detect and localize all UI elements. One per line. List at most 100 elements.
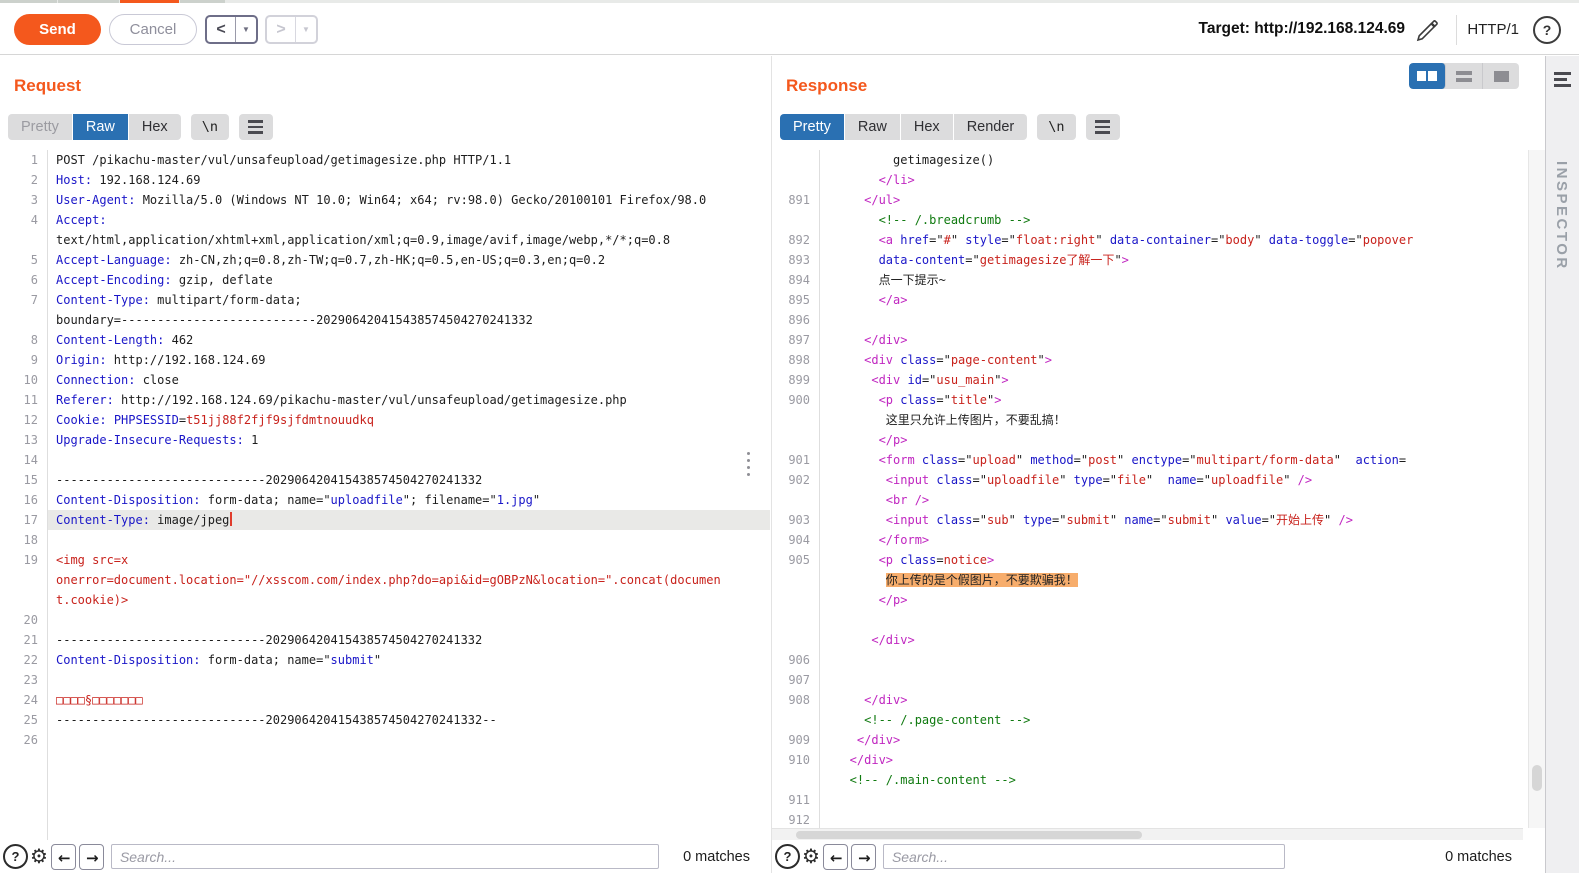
code-line: 901 <form class="upload" method="post" e… [772, 450, 1523, 470]
code-line: 904 </form> [772, 530, 1523, 550]
inspector-sidebar[interactable]: INSPECTOR [1545, 56, 1579, 873]
code-line: 2 Host: 192.168.124.69 [0, 170, 770, 190]
tab-render[interactable]: Render [953, 114, 1028, 140]
code-line: 你上传的是个假图片，不要欺骗我！ [772, 570, 1523, 590]
code-line: 911 [772, 790, 1523, 810]
rows-layout-button[interactable] [1446, 63, 1483, 89]
code-line: 19 <img src=x [0, 550, 770, 570]
code-line: 894 点一下提示~ [772, 270, 1523, 290]
help-icon[interactable]: ? [1533, 16, 1561, 44]
line-number: 894 [788, 273, 810, 287]
response-vertical-scrollbar[interactable] [1528, 150, 1545, 828]
response-editor[interactable]: getimagesize() </li> 891 </ul> <!-- /.bre… [772, 150, 1523, 828]
line-number: 3 [30, 193, 38, 207]
panel-splitter-handle[interactable] [747, 452, 750, 480]
code-line: 10 Connection: close [0, 370, 770, 390]
search-next-button[interactable]: → [78, 843, 104, 870]
editor-menu-icon[interactable] [238, 114, 273, 140]
code-line: 898 <div class="page-content"> [772, 350, 1523, 370]
line-number: 12 [23, 413, 38, 427]
newline-toggle-button[interactable]: \n [190, 114, 229, 140]
burp-repeater-window: Send Cancel < ▼ > ▼ Target: http://192.1… [0, 0, 1579, 873]
line-number: 898 [788, 353, 810, 367]
response-horizontal-scrollbar[interactable] [772, 828, 1523, 840]
request-search-input[interactable] [110, 844, 659, 869]
code-line: 906 [772, 650, 1523, 670]
columns-layout-button[interactable] [1409, 63, 1446, 89]
editor-menu-icon[interactable] [1085, 114, 1120, 140]
scrollbar-thumb[interactable] [1532, 765, 1542, 791]
line-number [772, 770, 819, 790]
tab-pretty[interactable]: Pretty [8, 114, 72, 140]
request-panel-title: Request [14, 76, 82, 95]
code-line: 17 Content-Type: image/jpeg [0, 510, 770, 530]
line-number: 891 [788, 193, 810, 207]
search-help-icon[interactable]: ? [3, 844, 28, 869]
code-line: 11 Referer: http://192.168.124.69/pikachu… [0, 390, 770, 410]
send-button[interactable]: Send [14, 14, 101, 45]
line-number: 909 [788, 733, 810, 747]
request-editor[interactable]: 1 POST /pikachu-master/vul/unsafeupload/g… [0, 150, 770, 840]
code-line: 9 Origin: http://192.168.124.69 [0, 350, 770, 370]
line-number: 896 [788, 313, 810, 327]
back-dropdown-button[interactable]: ▼ [235, 17, 256, 42]
tab-pretty[interactable]: Pretty [780, 114, 844, 140]
line-number: 11 [23, 393, 38, 407]
code-line: <!-- /.breadcrumb --> [772, 210, 1523, 230]
edit-target-pencil-icon[interactable] [1413, 16, 1441, 44]
code-line: 24 □□□□§□□□□□□□ [0, 690, 770, 710]
code-line: 893 data-content="getimagesize了解一下"> [772, 250, 1523, 270]
forward-button[interactable]: > [267, 17, 295, 42]
line-number: 25 [23, 713, 38, 727]
layout-toggle-group [1409, 63, 1519, 89]
search-next-button[interactable]: → [850, 843, 876, 870]
line-number: 20 [23, 613, 38, 627]
single-layout-button[interactable] [1483, 63, 1519, 89]
code-line: 23 [0, 670, 770, 690]
search-settings-gear-icon[interactable]: ⚙ [802, 847, 820, 867]
line-number: 895 [788, 293, 810, 307]
line-number [772, 630, 819, 650]
code-line: 909 </div> [772, 730, 1523, 750]
code-line: boundary=---------------------------2029… [0, 310, 770, 330]
search-prev-button[interactable]: ← [822, 843, 848, 870]
line-number [772, 210, 819, 230]
request-match-count: 0 matches [683, 849, 750, 865]
line-number [0, 590, 47, 610]
line-number [772, 590, 819, 610]
code-line: 15 -----------------------------202906420… [0, 470, 770, 490]
code-line: </p> [772, 590, 1523, 610]
search-prev-button[interactable]: ← [50, 843, 76, 870]
code-line: <br /> [772, 490, 1523, 510]
line-number: 22 [23, 653, 38, 667]
line-number: 899 [788, 373, 810, 387]
tab-hex[interactable]: Hex [128, 114, 181, 140]
tab-raw[interactable]: Raw [72, 114, 128, 140]
scrollbar-thumb[interactable] [796, 831, 1142, 839]
tab-raw[interactable]: Raw [844, 114, 900, 140]
code-line: 20 [0, 610, 770, 630]
line-number: 908 [788, 693, 810, 707]
line-number [772, 570, 819, 590]
line-number [0, 570, 47, 590]
newline-toggle-button[interactable]: \n [1037, 114, 1076, 140]
http-version-selector[interactable]: HTTP/1 [1467, 21, 1519, 38]
code-line: 1 POST /pikachu-master/vul/unsafeupload/g… [0, 150, 770, 170]
line-number: 14 [23, 453, 38, 467]
code-line: 900 <p class="title"> [772, 390, 1523, 410]
code-line: 896 [772, 310, 1523, 330]
line-number: 892 [788, 233, 810, 247]
response-search-bar: ? ⚙ ← → 0 matches [772, 840, 1545, 873]
response-search-input[interactable] [882, 844, 1285, 869]
cancel-button[interactable]: Cancel [109, 14, 197, 45]
line-number [0, 310, 47, 330]
inspector-collapse-icon[interactable] [1554, 72, 1571, 90]
search-settings-gear-icon[interactable]: ⚙ [30, 847, 48, 867]
code-line: 5 Accept-Language: zh-CN,zh;q=0.8,zh-TW;q… [0, 250, 770, 270]
search-help-icon[interactable]: ? [775, 844, 800, 869]
back-button[interactable]: < [207, 17, 235, 42]
line-number: 15 [23, 473, 38, 487]
gutter-separator [819, 150, 820, 828]
tab-hex[interactable]: Hex [900, 114, 953, 140]
forward-dropdown-button[interactable]: ▼ [295, 17, 316, 42]
